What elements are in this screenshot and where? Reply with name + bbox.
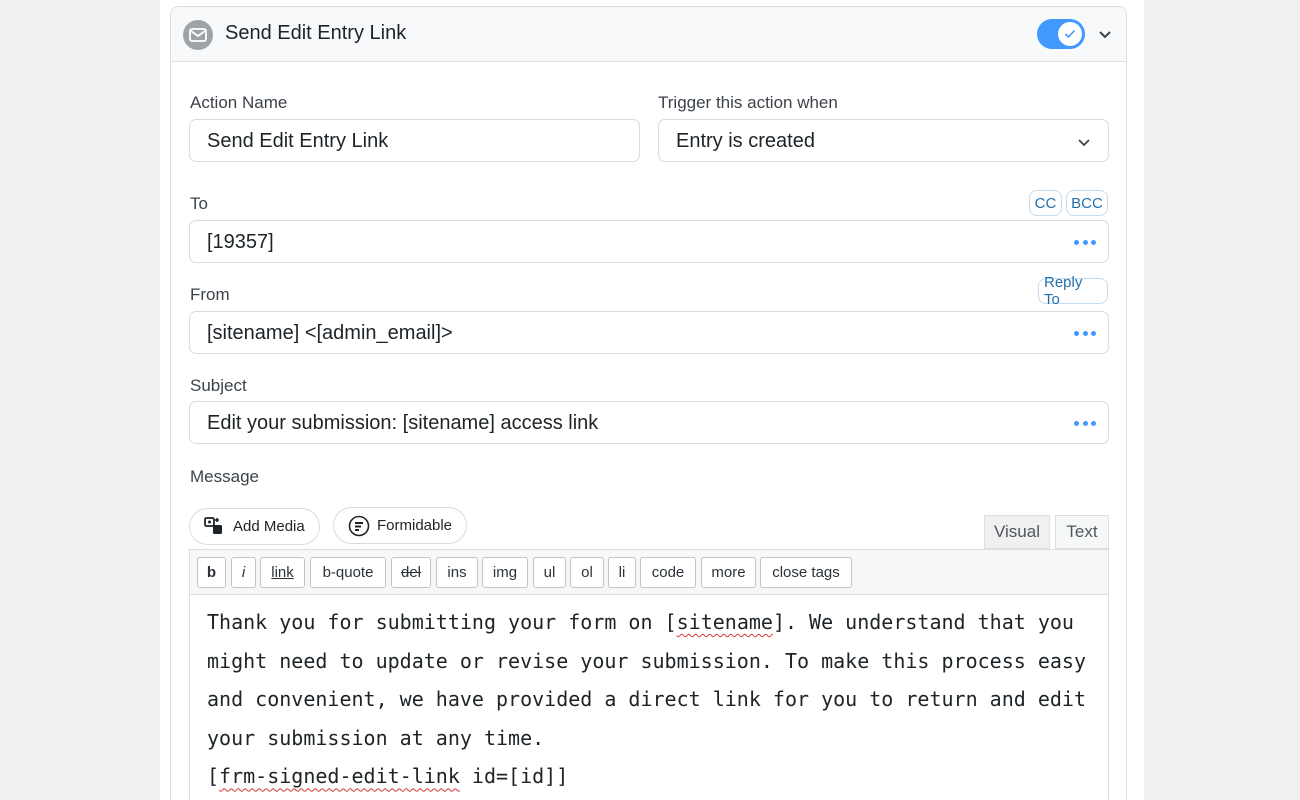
- close-tags-button[interactable]: close tags: [760, 557, 852, 588]
- message-editor: b i link b-quote del ins img ul ol li co…: [189, 549, 1109, 800]
- chevron-down-icon[interactable]: [1097, 26, 1113, 42]
- subject-input[interactable]: Edit your submission: [sitename] access …: [189, 401, 1109, 444]
- quicktags-toolbar: b i link b-quote del ins img ul ol li co…: [190, 550, 1108, 595]
- panel-header[interactable]: Send Edit Entry Link: [171, 7, 1126, 62]
- more-options-icon[interactable]: [1074, 240, 1096, 246]
- from-value: [sitename] <[admin_email]>: [207, 322, 453, 344]
- action-name-value: Send Edit Entry Link: [207, 130, 389, 152]
- subject-value: Edit your submission: [sitename] access …: [207, 412, 599, 434]
- trigger-label: Trigger this action when: [658, 93, 838, 112]
- to-input[interactable]: [19357]: [189, 220, 1109, 263]
- bcc-button[interactable]: BCC: [1066, 190, 1108, 216]
- add-media-label: Add Media: [233, 518, 305, 535]
- more-options-icon[interactable]: [1074, 331, 1096, 337]
- cc-button[interactable]: CC: [1029, 190, 1062, 216]
- envelope-icon: [183, 20, 213, 50]
- code-button[interactable]: code: [640, 557, 696, 588]
- add-media-button[interactable]: Add Media: [189, 508, 320, 545]
- blockquote-button[interactable]: b-quote: [310, 557, 386, 588]
- check-icon: [1058, 22, 1082, 46]
- img-button[interactable]: img: [482, 557, 528, 588]
- tab-text[interactable]: Text: [1055, 515, 1109, 549]
- bold-button[interactable]: b: [197, 557, 226, 588]
- ins-button[interactable]: ins: [436, 557, 478, 588]
- subject-label: Subject: [190, 376, 247, 395]
- more-button[interactable]: more: [701, 557, 756, 588]
- media-icon: [204, 516, 222, 534]
- more-options-icon[interactable]: [1074, 421, 1096, 427]
- to-label: To: [190, 194, 208, 213]
- message-line: your submission at any time.: [207, 725, 545, 750]
- del-button[interactable]: del: [391, 557, 431, 588]
- formidable-icon: [348, 515, 370, 536]
- from-input[interactable]: [sitename] <[admin_email]>: [189, 311, 1109, 354]
- link-button[interactable]: link: [260, 557, 305, 588]
- from-label: From: [190, 285, 230, 304]
- message-label: Message: [190, 467, 259, 486]
- formidable-label: Formidable: [377, 517, 453, 534]
- li-button[interactable]: li: [608, 557, 636, 588]
- action-name-input[interactable]: Send Edit Entry Link: [189, 119, 640, 162]
- message-line: Thank you for submitting your form on [s…: [207, 610, 1074, 634]
- trigger-value: Entry is created: [676, 130, 815, 152]
- action-enabled-toggle[interactable]: [1037, 19, 1085, 49]
- message-line: [frm-signed-edit-link id=[id]]: [207, 764, 569, 789]
- ol-button[interactable]: ol: [570, 557, 604, 588]
- message-textarea[interactable]: Thank you for submitting your form on [s…: [207, 603, 1087, 796]
- action-name-label: Action Name: [190, 93, 288, 112]
- panel-title: Send Edit Entry Link: [225, 22, 407, 44]
- message-line: and convenient, we have provided a direc…: [207, 687, 1086, 712]
- message-line: might need to update or revise your subm…: [207, 648, 1086, 673]
- italic-button[interactable]: i: [231, 557, 256, 588]
- ul-button[interactable]: ul: [533, 557, 566, 588]
- reply-to-button[interactable]: Reply To: [1038, 274, 1108, 308]
- tab-visual[interactable]: Visual: [984, 515, 1050, 549]
- to-value: [19357]: [207, 231, 274, 253]
- formidable-button[interactable]: Formidable: [333, 507, 468, 544]
- trigger-select[interactable]: Entry is created: [658, 119, 1109, 162]
- chevron-down-icon: [1078, 139, 1090, 147]
